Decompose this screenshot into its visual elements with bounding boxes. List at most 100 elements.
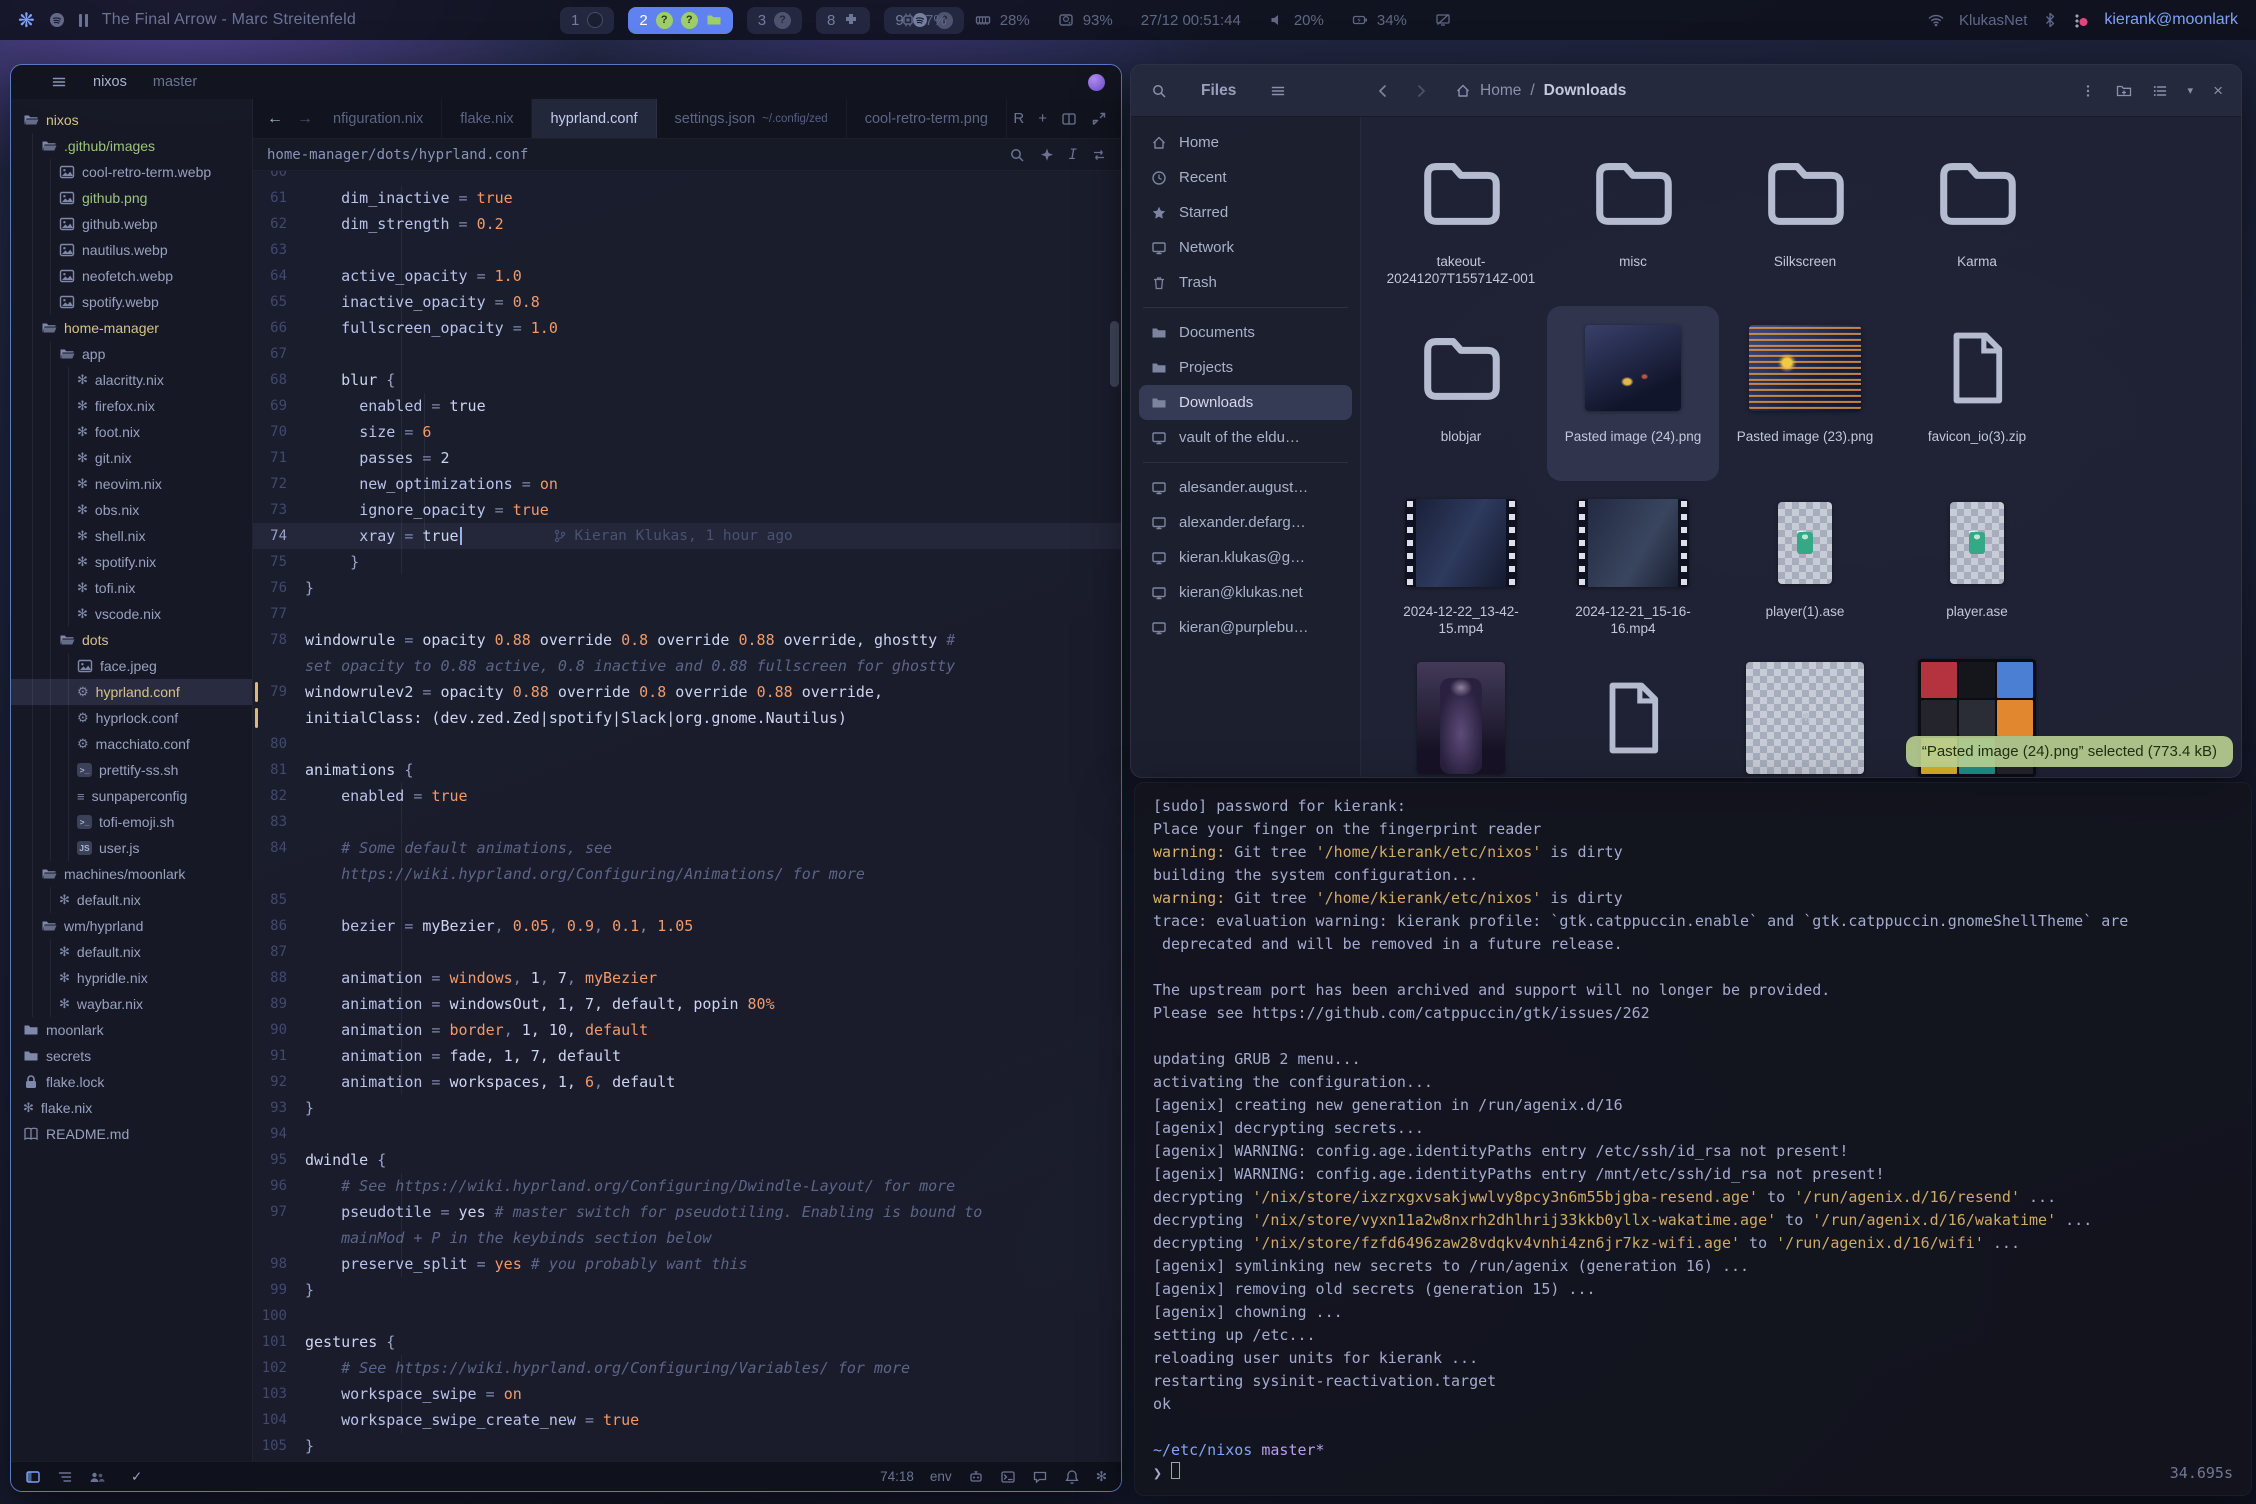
avatar[interactable] [1088,74,1105,91]
code-line-94[interactable]: 94 [253,1121,1121,1147]
ibeam-icon[interactable]: I [1069,147,1077,163]
workspace-1[interactable]: 1 [560,7,614,34]
menu-icon[interactable] [51,74,67,90]
back-icon[interactable] [1375,83,1391,99]
code-line-92[interactable]: 92 animation = workspaces, 1, 6, default [253,1069,1121,1095]
tab-nfiguration.nix[interactable]: nfiguration.nix [327,99,442,138]
code-line-76[interactable]: 76} [253,575,1121,601]
git-branch[interactable]: master [153,74,197,90]
file-tree-item[interactable]: ✻alacritty.nix [11,367,252,393]
media-title[interactable]: The Final Arrow - Marc Streitenfeld [102,11,356,29]
sidebar-item-kieran-purplebu-[interactable]: kieran@purplebu… [1139,610,1352,645]
code-line-103[interactable]: 103 workspace_swipe = on [253,1381,1121,1407]
code-line-91[interactable]: 91 animation = fade, 1, 7, default [253,1043,1121,1069]
file-tree-item[interactable]: home-manager [11,315,252,341]
project-panel-toggle-icon[interactable] [25,1469,41,1485]
file-tree-item[interactable]: machines/moonlark [11,861,252,887]
grid-item-misc[interactable]: misc [1547,131,1719,306]
grid-item-blobjar[interactable]: blobjar [1375,306,1547,481]
file-tree-item[interactable]: ⚙hyprland.conf [11,679,252,705]
code-line-wrap[interactable]: set opacity to 0.88 active, 0.8 inactive… [253,653,1121,679]
expand-icon[interactable] [1091,111,1107,127]
file-tree-item[interactable]: ✻hypridle.nix [11,965,252,991]
bluetooth-icon[interactable] [2042,12,2058,28]
editor[interactable]: 6061 dim_inactive = true62 dim_strength … [253,171,1121,1461]
more-menu-icon[interactable] [2080,83,2096,99]
code-line-100[interactable]: 100 [253,1303,1121,1329]
terminal-prompt-line[interactable]: ❯34.695s [1153,1462,2233,1485]
grid-item-Pasted-image--23-.png[interactable]: Pasted image (23).png [1719,306,1891,481]
code-line-85[interactable]: 85 [253,887,1121,913]
file-tree-item[interactable]: moonlark [11,1017,252,1043]
sidebar-item-trash[interactable]: Trash [1139,265,1352,300]
breadcrumb-home[interactable]: Home [1480,82,1521,100]
code-line-72[interactable]: 72 new_optimizations = on [253,471,1121,497]
file-tree-item[interactable]: ✻git.nix [11,445,252,471]
file-tree-item[interactable]: cool-retro-term.webp [11,159,252,185]
new-tab-button[interactable]: + [1038,110,1047,127]
code-line-wrap[interactable]: initialClass: (dev.zed.Zed|spotify|Slack… [253,705,1121,731]
file-tree-item[interactable]: nixos [11,107,252,133]
tray-icon[interactable] [2073,12,2089,28]
code-line-71[interactable]: 71 passes = 2 [253,445,1121,471]
file-tree-item[interactable]: JSuser.js [11,835,252,861]
search-icon[interactable] [1009,147,1025,163]
code-line-70[interactable]: 70 size = 6 [253,419,1121,445]
file-tree-item[interactable]: secrets [11,1043,252,1069]
code-line-80[interactable]: 80 [253,731,1121,757]
spotify-icon[interactable] [49,12,65,28]
code-line-98[interactable]: 98 preserve_split = yes # you probably w… [253,1251,1121,1277]
sidebar-item-projects[interactable]: Projects [1139,350,1352,385]
code-actions-icon[interactable] [1091,147,1107,163]
grid-item-Gemini-Generated-Image-4rqv8k4rqv8k4rqv.jpg[interactable]: Gemini_Generated_Image_4rqv8k4rqv8k4rqv.… [1375,656,1547,778]
file-tree-item[interactable]: ✻neovim.nix [11,471,252,497]
code-line-wrap[interactable]: https://wiki.hyprland.org/Configuring/An… [253,861,1121,887]
sidebar-item-network[interactable]: Network [1139,230,1352,265]
file-tree-item[interactable]: ✻waybar.nix [11,991,252,1017]
nav-back-icon[interactable]: ← [267,110,283,128]
file-tree-item[interactable]: >_prettify-ss.sh [11,757,252,783]
code-line-64[interactable]: 64 active_opacity = 1.0 [253,263,1121,289]
sidebar-item-alesander-august-[interactable]: alesander.august… [1139,470,1352,505]
code-line-68[interactable]: 68 blur { [253,367,1121,393]
code-line-61[interactable]: 61 dim_inactive = true [253,185,1121,211]
tab-cool-retro-term.png[interactable]: cool-retro-term.png [847,99,1007,138]
code-line-69[interactable]: 69 enabled = true [253,393,1121,419]
new-folder-icon[interactable] [2116,83,2132,99]
sidebar-item-starred[interactable]: Starred [1139,195,1352,230]
workspace-2[interactable]: 2?? [628,7,732,34]
file-tree-item[interactable]: >_tofi-emoji.sh [11,809,252,835]
code-line-104[interactable]: 104 workspace_swipe_create_new = true [253,1407,1121,1433]
sidebar-item-alexander-defarg-[interactable]: alexander.defarg… [1139,505,1352,540]
code-line-79[interactable]: 79windowrulev2 = opacity 0.88 override 0… [253,679,1121,705]
assistant-icon[interactable] [1032,1469,1048,1485]
sidebar-item-documents[interactable]: Documents [1139,315,1352,350]
files-search-icon[interactable] [1151,83,1167,99]
code-line-74[interactable]: 74 xray = trueKieran Klukas, 1 hour ago [253,523,1121,549]
grid-item-2024-12-21-15-16-16.mp4[interactable]: 2024-12-21_15-16-16.mp4 [1547,481,1719,656]
code-line-78[interactable]: 78windowrule = opacity 0.88 override 0.8… [253,627,1121,653]
file-tree-item[interactable]: ✻foot.nix [11,419,252,445]
cursor-position[interactable]: 74:18 [880,1469,914,1484]
file-tree-item[interactable]: app [11,341,252,367]
view-toggle-icon[interactable] [2152,83,2168,99]
code-line-wrap[interactable]: mainMod + P in the keybinds section belo… [253,1225,1121,1251]
grid-item-takeout-20241207T155714Z-001[interactable]: takeout-20241207T155714Z-001 [1375,131,1547,306]
code-line-96[interactable]: 96 # See https://wiki.hyprland.org/Confi… [253,1173,1121,1199]
code-line-62[interactable]: 62 dim_strength = 0.2 [253,211,1121,237]
tab-flake.nix[interactable]: flake.nix [442,99,532,138]
inline-assist-icon[interactable] [1039,147,1055,163]
file-tree-item[interactable]: ✻shell.nix [11,523,252,549]
code-line-82[interactable]: 82 enabled = true [253,783,1121,809]
code-line-95[interactable]: 95dwindle { [253,1147,1121,1173]
sidebar-item-downloads[interactable]: Downloads [1139,385,1352,420]
code-line-63[interactable]: 63 [253,237,1121,263]
code-line-88[interactable]: 88 animation = windows, 1, 7, myBezier [253,965,1121,991]
clock[interactable]: 27/12 00:51:44 [1141,12,1241,29]
grid-item-HACKATIME-1-user.csv[interactable]: HACKATIME-1-user.csv [1547,656,1719,778]
grid-item-Silkscreen[interactable]: Silkscreen [1719,131,1891,306]
view-dropdown-icon[interactable]: ▾ [2188,84,2194,97]
files-menu-icon[interactable] [1270,83,1286,99]
copilot-icon[interactable] [968,1469,984,1485]
sidebar-item-home[interactable]: Home [1139,125,1352,160]
